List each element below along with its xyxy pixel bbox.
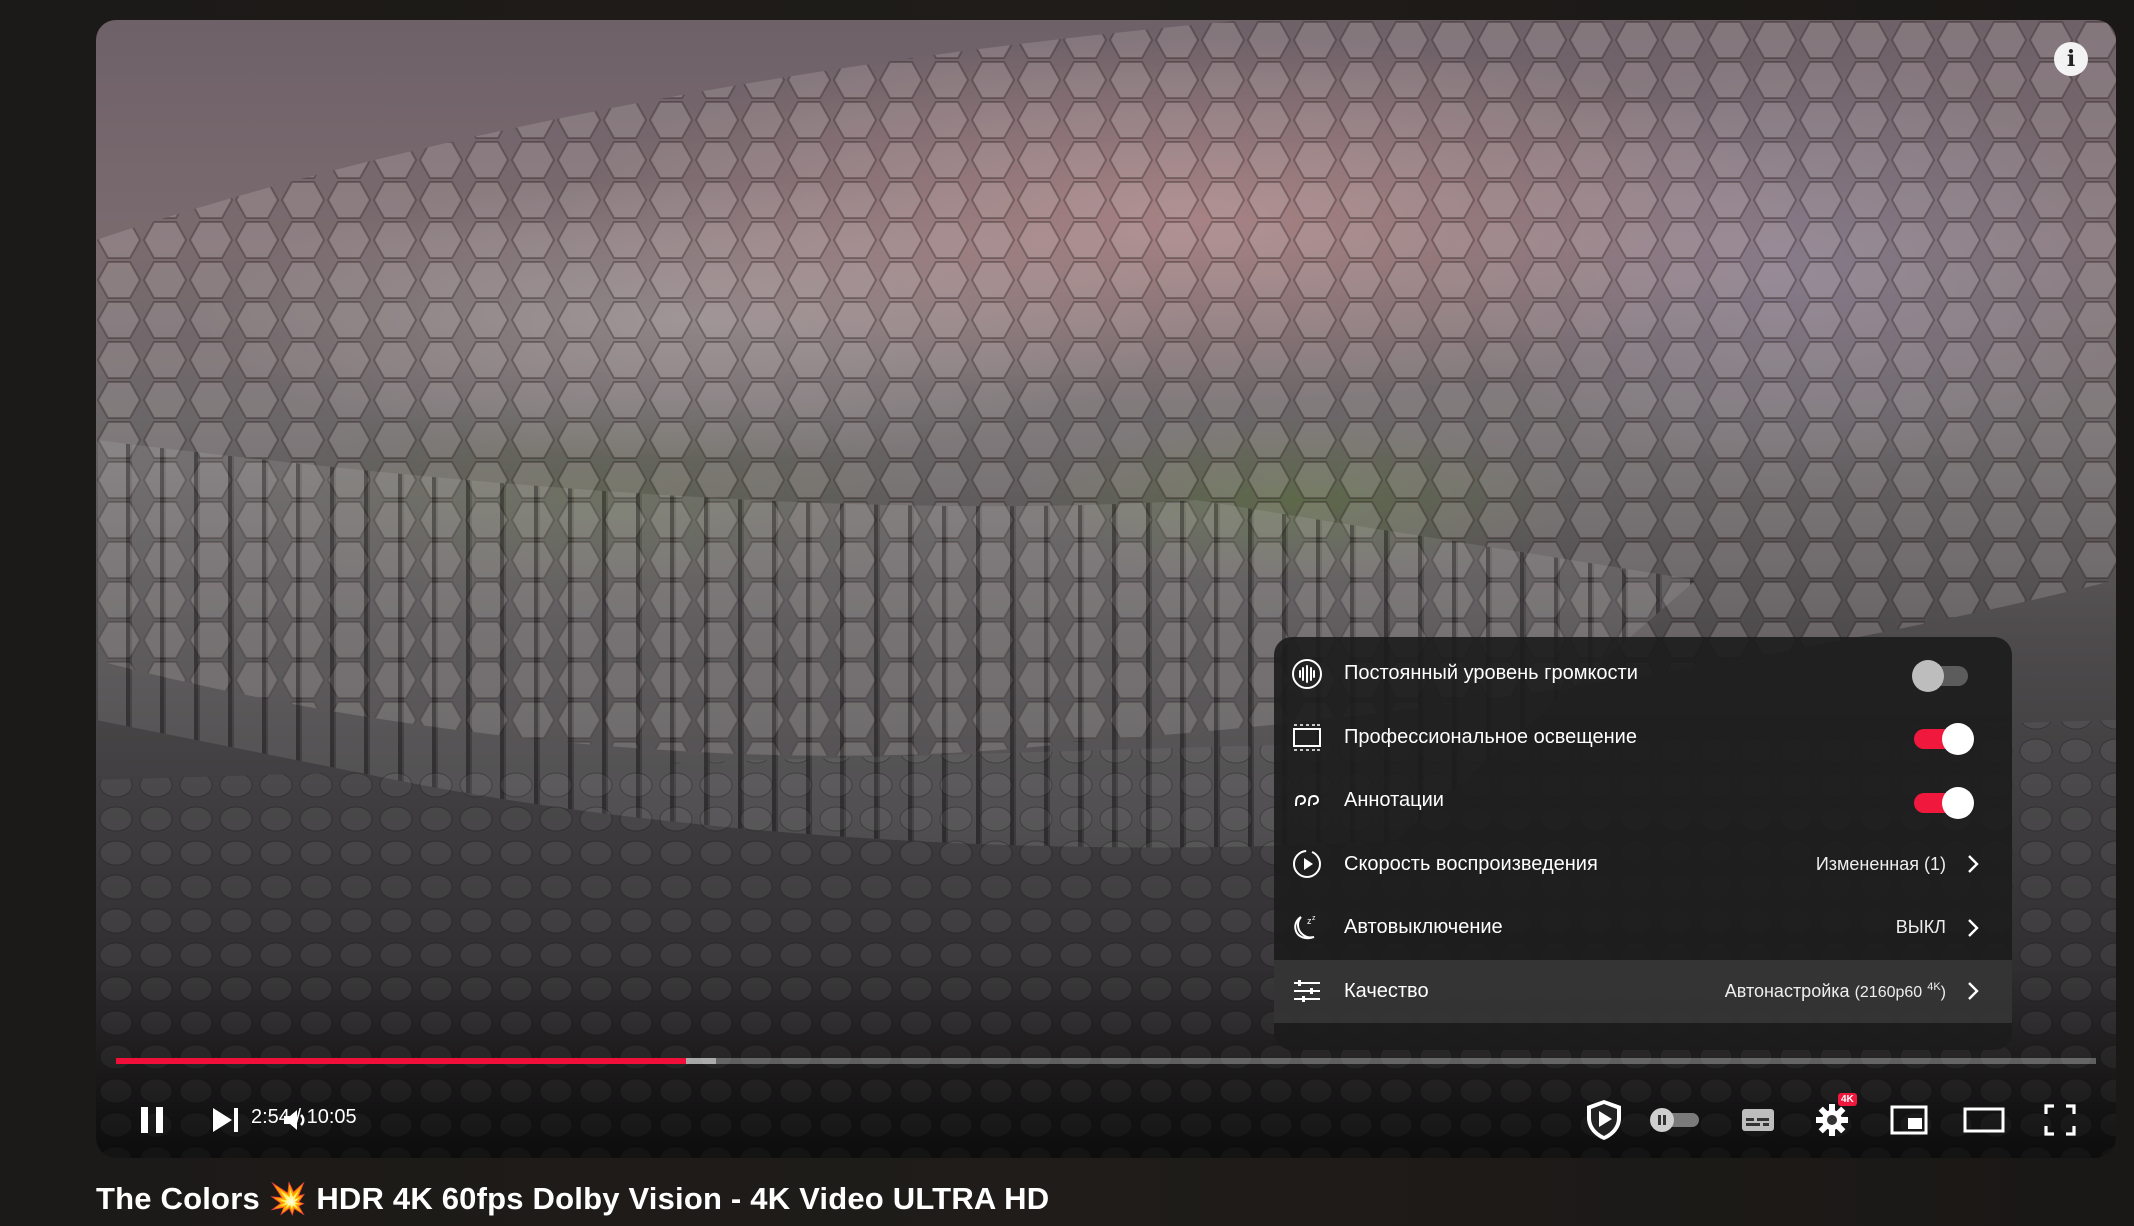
quality-icon	[1294, 980, 1320, 1003]
next-icon	[213, 1108, 238, 1132]
chevron-right-icon	[1968, 855, 1979, 874]
playback-speed-icon	[1293, 850, 1321, 879]
ambient-mode-toggle[interactable]	[1914, 723, 1974, 756]
menu-label: Качество	[1344, 979, 1429, 1002]
annotations-toggle[interactable]	[1914, 786, 1974, 819]
miniplayer-icon	[1890, 1105, 1928, 1135]
menu-label: Профессиональное освещение	[1344, 725, 1637, 748]
stable-volume-toggle[interactable]	[1912, 659, 1972, 692]
menu-label: Автовыключение	[1344, 916, 1503, 939]
video-title[interactable]: The Colors 💥 HDR 4K 60fps Dolby Vision -…	[96, 1180, 1049, 1217]
fullscreen-icon	[2044, 1104, 2076, 1136]
chevron-right-icon	[1968, 982, 1979, 1001]
playback-speed-value: Измененная (1)	[1815, 853, 1946, 874]
theater-mode-icon	[1963, 1107, 2005, 1133]
extension-shield-button[interactable]	[1580, 1098, 1628, 1142]
menu-label: Скорость воспроизведения	[1344, 852, 1598, 875]
gear-icon	[1816, 1104, 1848, 1136]
time-display: 2:54 / 10:05	[251, 1106, 357, 1128]
annotations-icon	[1295, 794, 1320, 806]
menu-label: Аннотации	[1344, 789, 1444, 812]
fullscreen-button[interactable]	[2040, 1098, 2080, 1142]
ambient-mode-icon	[1293, 724, 1321, 751]
menu-label: Постоянный уровень громкости	[1344, 662, 1638, 685]
info-icon[interactable]: i	[2054, 42, 2088, 76]
subtitles-icon	[1742, 1109, 1774, 1131]
menu-item-stable-volume[interactable]: Постоянный уровень громкости	[1274, 642, 2012, 706]
autoplay-toggle[interactable]	[1648, 1098, 1702, 1142]
subtitles-button[interactable]	[1738, 1098, 1778, 1142]
quality-badge: 4K	[1838, 1093, 1857, 1106]
miniplayer-button[interactable]	[1888, 1098, 1930, 1142]
menu-item-annotations[interactable]: Аннотации	[1274, 769, 2012, 833]
menu-item-quality[interactable]: Качество Автонастройка (2160p60 4K)	[1274, 959, 2012, 1023]
svg-text:z: z	[1312, 915, 1316, 922]
menu-item-playback-speed[interactable]: Скорость воспроизведения Измененная (1)	[1274, 833, 2012, 897]
chevron-right-icon	[1968, 918, 1979, 937]
next-button[interactable]	[208, 1098, 244, 1142]
autoplay-icon	[1650, 1108, 1699, 1132]
shield-play-icon	[1587, 1100, 1621, 1140]
theater-mode-button[interactable]	[1962, 1098, 2006, 1142]
menu-item-sleep-timer[interactable]: z z Автовыключение ВЫКЛ	[1274, 896, 2012, 960]
volume-level-icon	[1292, 658, 1322, 689]
sleep-timer-value: ВЫКЛ	[1895, 917, 1946, 938]
pause-icon	[141, 1107, 163, 1133]
sleep-timer-icon: z z	[1294, 915, 1316, 939]
quality-value: Автонастройка (2160p60 4K)	[1724, 980, 1946, 1001]
menu-item-ambient-mode[interactable]: Профессиональное освещение	[1274, 706, 2012, 770]
settings-menu: Постоянный уровень громкости Профессиона…	[1274, 637, 2012, 1050]
pause-button[interactable]	[134, 1098, 170, 1142]
